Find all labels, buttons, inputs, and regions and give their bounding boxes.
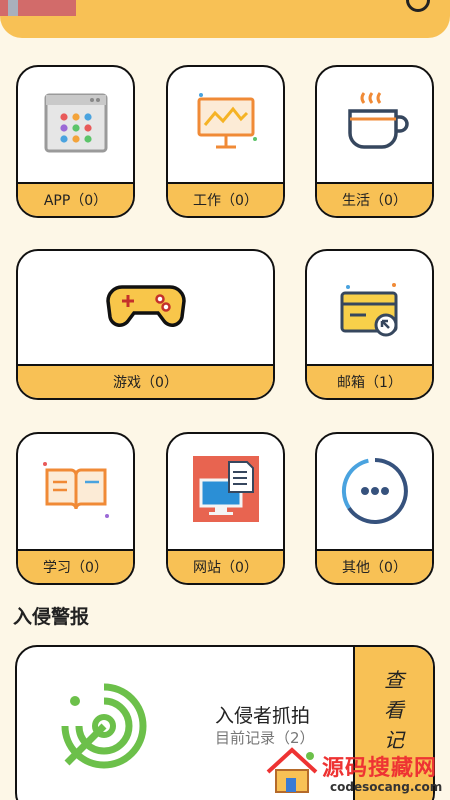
category-card-website[interactable]: 网站（0） — [166, 432, 285, 585]
section-title: 入侵警报 — [13, 606, 90, 628]
view-records-char: 看 — [384, 698, 404, 722]
category-label: 学习（0） — [18, 549, 133, 583]
more-dots-icon — [341, 457, 408, 524]
coffee-cup-icon — [347, 92, 409, 149]
category-label: 邮箱（1） — [307, 364, 432, 398]
category-label: 其他（0） — [317, 549, 432, 583]
category-card-life[interactable]: 生活（0） — [315, 65, 434, 218]
category-card-mail[interactable]: 邮箱（1） — [305, 249, 434, 400]
category-card-game[interactable]: 游戏（0） — [16, 249, 275, 400]
app-logo — [0, 0, 76, 16]
view-records-char: 查 — [384, 668, 404, 692]
category-card-study[interactable]: 学习（0） — [16, 432, 135, 585]
watermark-text: 源码搜藏网 — [322, 756, 438, 781]
radar-icon — [61, 683, 147, 769]
category-label: 工作（0） — [168, 182, 283, 216]
mail-card-icon — [340, 283, 397, 337]
top-action-icon[interactable] — [406, 0, 430, 12]
category-card-work[interactable]: 工作（0） — [166, 65, 285, 218]
top-banner — [0, 0, 450, 38]
presentation-board-icon — [197, 93, 257, 149]
category-label: 网站（0） — [168, 549, 283, 583]
gamepad-icon — [105, 285, 186, 327]
watermark: 源码搜藏网 codesocang.com — [262, 740, 450, 800]
house-logo-icon — [266, 747, 318, 793]
category-card-app[interactable]: APP（0） — [16, 65, 135, 218]
category-label: 生活（0） — [317, 182, 432, 216]
app-grid-icon — [44, 93, 107, 153]
category-label: 游戏（0） — [18, 364, 273, 398]
watermark-url: codesocang.com — [330, 780, 443, 794]
category-label: APP（0） — [18, 182, 133, 216]
open-book-icon — [42, 462, 109, 518]
monitor-document-icon — [192, 456, 259, 522]
category-card-other[interactable]: 其他（0） — [315, 432, 434, 585]
intruder-capture-title: 入侵者抓拍 — [215, 705, 311, 727]
